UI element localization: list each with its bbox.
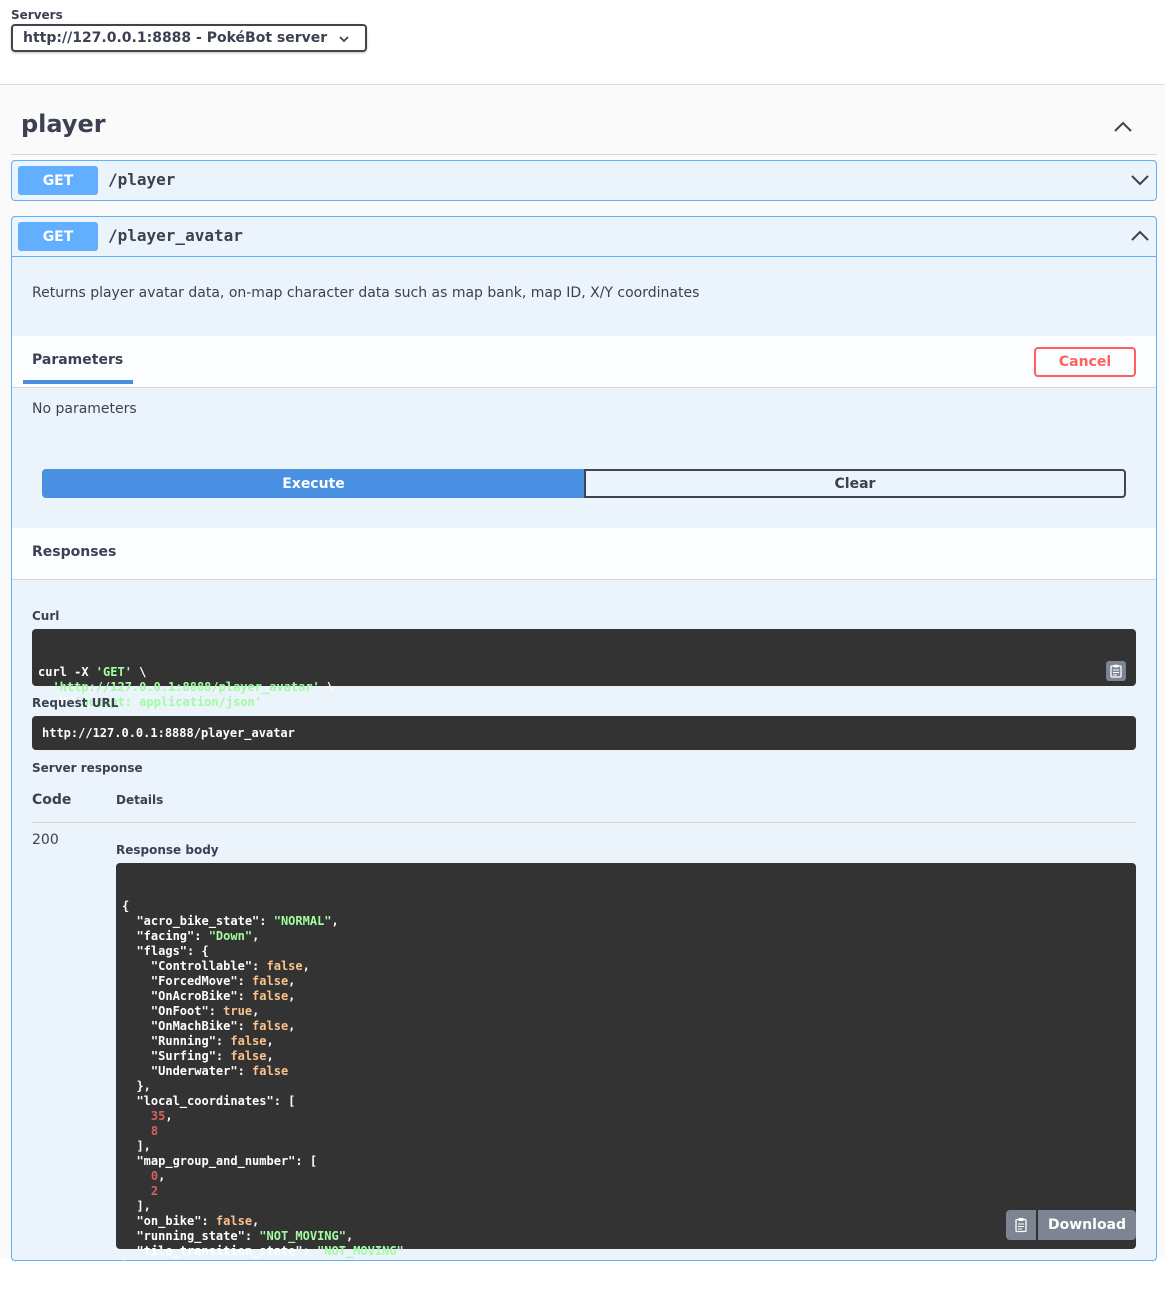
chevron-down-icon[interactable] <box>1130 173 1150 187</box>
response-body-line: "Surfing": false, <box>122 1049 274 1063</box>
response-body-line: "ForcedMove": false, <box>122 974 296 988</box>
clear-button[interactable]: Clear <box>584 469 1126 498</box>
response-body-line: "OnAcroBike": false, <box>122 989 296 1003</box>
cancel-button[interactable]: Cancel <box>1034 347 1136 377</box>
server-select-value: http://127.0.0.1:8888 - PokéBot server <box>23 30 328 46</box>
servers-label: Servers <box>11 8 63 22</box>
response-body-line: "running_state": "NOT_MOVING", <box>122 1229 354 1243</box>
tab-parameters[interactable]: Parameters <box>32 352 123 368</box>
request-url-value[interactable]: http://127.0.0.1:8888/player_avatar <box>32 716 1136 750</box>
response-body-line: ], <box>122 1139 151 1153</box>
response-code: 200 <box>32 832 59 848</box>
code-column-header: Code <box>32 792 72 808</box>
download-button[interactable]: Download <box>1038 1210 1137 1240</box>
server-select[interactable]: http://127.0.0.1:8888 - PokéBot server <box>11 24 367 52</box>
response-body-line: 0, <box>150 1169 166 1183</box>
tab-active-indicator <box>23 380 133 384</box>
response-body-line: "OnFoot": true, <box>122 1004 260 1018</box>
curl-code-block[interactable]: curl -X 'GET' \ 'http://127.0.0.1:8888/p… <box>32 629 1136 709</box>
response-body-line: "Underwater": false <box>122 1064 289 1078</box>
tag-divider <box>11 154 1157 155</box>
operation-header-divider <box>12 256 1156 257</box>
response-body-line: "facing": "Down", <box>122 929 260 943</box>
responses-header <box>12 528 1156 580</box>
parameters-header <box>12 336 1156 388</box>
operation-get-player[interactable]: GET /player <box>11 160 1157 201</box>
response-body-label: Response body <box>116 843 219 857</box>
response-body-line: { <box>122 899 130 913</box>
response-body-line: "OnMachBike": false, <box>122 1019 296 1033</box>
chevron-up-icon[interactable] <box>1113 120 1133 134</box>
response-body-line: "map_group_and_number": [ <box>122 1154 318 1168</box>
operation-description: Returns player avatar data, on-map chara… <box>32 285 700 301</box>
chevron-down-icon <box>339 36 349 43</box>
response-body-line: "flags": { <box>122 944 209 958</box>
curl-label: Curl <box>32 609 60 623</box>
request-url-label: Request URL <box>32 696 119 710</box>
response-body-line: }, <box>122 1079 151 1093</box>
response-body-line: ], <box>122 1199 151 1213</box>
response-body-line: "acro_bike_state": "NORMAL", <box>122 914 339 928</box>
operation-path[interactable]: /player_avatar <box>108 226 243 245</box>
clipboard-icon[interactable] <box>1106 661 1126 681</box>
response-body-line: "Running": false, <box>122 1034 274 1048</box>
execute-button[interactable]: Execute <box>42 469 585 498</box>
response-body-line: 8 <box>150 1124 159 1138</box>
chevron-up-icon[interactable] <box>1130 229 1150 243</box>
server-response-label: Server response <box>32 761 143 775</box>
response-body-line: 2 <box>150 1184 159 1198</box>
method-badge: GET <box>18 166 98 195</box>
response-body-line: "Controllable": false, <box>122 959 310 973</box>
download-controls: Download <box>1006 1210 1137 1240</box>
details-column-header: Details <box>116 793 164 807</box>
curl-line: 'http://127.0.0.1:8888/player_avatar' \ <box>52 680 335 694</box>
curl-line: -H 'accept: application/json' <box>38 695 262 709</box>
tag-title[interactable]: player <box>21 110 106 138</box>
response-table-divider <box>32 822 1136 823</box>
response-body-code[interactable]: { "acro_bike_state": "NORMAL", "facing":… <box>116 863 1136 1273</box>
clipboard-icon[interactable] <box>1006 1210 1036 1240</box>
curl-line: curl -X 'GET' \ <box>38 665 147 679</box>
response-body-line: "on_bike": false, <box>122 1214 260 1228</box>
response-body-line: 35, <box>150 1109 173 1123</box>
response-body-line: } <box>122 1259 130 1273</box>
operation-path: /player <box>108 170 176 189</box>
no-parameters-text: No parameters <box>32 401 137 417</box>
method-badge: GET <box>18 222 98 251</box>
responses-title: Responses <box>32 544 117 560</box>
response-body-line: "local_coordinates": [ <box>122 1094 296 1108</box>
